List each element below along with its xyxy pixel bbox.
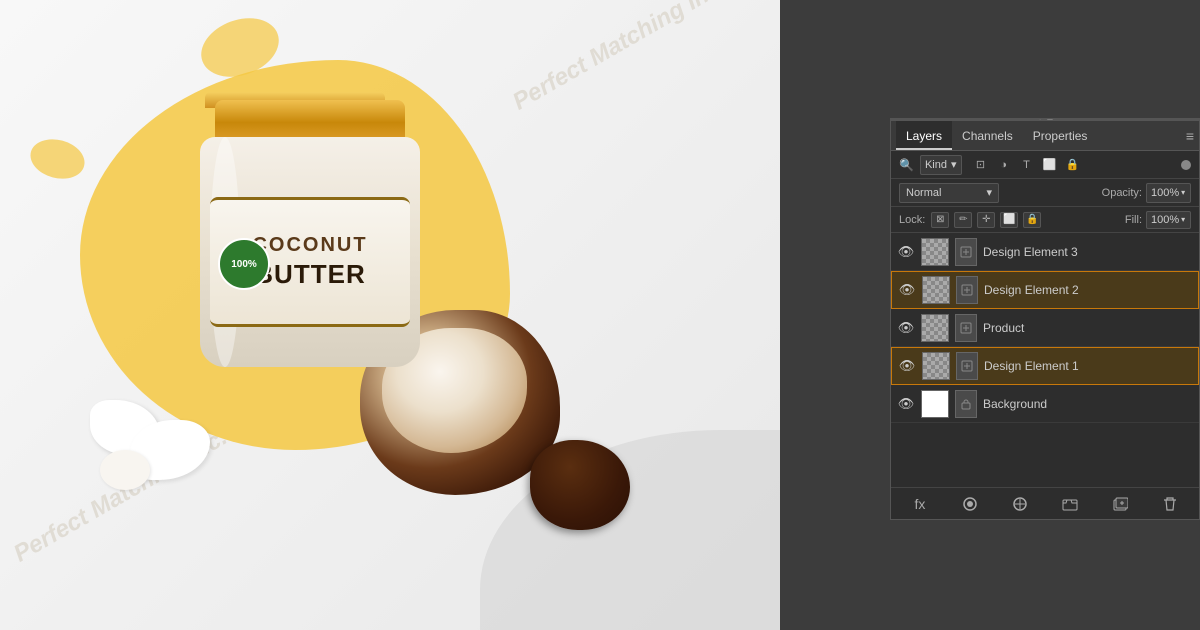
filter-smart-icon[interactable]: 🔒 bbox=[1064, 156, 1082, 174]
lock-paint-icon[interactable]: ✏ bbox=[954, 212, 972, 228]
layer-link-icon-design-element-2 bbox=[956, 276, 978, 304]
lock-label: Lock: bbox=[899, 214, 925, 226]
filter-row: 🔍 Kind ▾ ⊡ ◑ T ⬜ 🔒 bbox=[891, 151, 1199, 179]
blend-mode-row: Normal ▾ Opacity: 100% ▾ bbox=[891, 179, 1199, 207]
coconut-half-small bbox=[530, 440, 630, 530]
tab-properties[interactable]: Properties bbox=[1023, 121, 1098, 150]
opacity-control: Opacity: 100% ▾ bbox=[1102, 183, 1191, 203]
layer-name-design-element-3: Design Element 3 bbox=[983, 245, 1193, 259]
filter-pixel-icon[interactable]: ⊡ bbox=[972, 156, 990, 174]
label-100-badge: 100% bbox=[218, 238, 270, 290]
watermark-top: Perfect Matching Inc. bbox=[508, 0, 731, 116]
layer-link-icon-design-element-1 bbox=[956, 352, 978, 380]
tab-layers[interactable]: Layers bbox=[896, 121, 952, 150]
jar-body: 100% COCONUT BUTTER bbox=[200, 137, 420, 367]
layer-name-design-element-2: Design Element 2 bbox=[984, 283, 1192, 297]
filter-shape-icon[interactable]: ⬜ bbox=[1041, 156, 1059, 174]
filter-type-icons: ⊡ ◑ T ⬜ 🔒 bbox=[972, 156, 1082, 174]
panel-menu-icon[interactable]: ≡ bbox=[1186, 128, 1194, 144]
fill-label: Fill: bbox=[1125, 214, 1142, 226]
layer-row-design-element-3[interactable]: 👁 Design Element 3 bbox=[891, 233, 1199, 271]
layer-visibility-design-element-3[interactable]: 👁 bbox=[897, 243, 915, 261]
lock-all-icon[interactable]: 🔒 bbox=[1023, 212, 1041, 228]
layer-thumbnail-design-element-1 bbox=[922, 352, 950, 380]
layer-row-design-element-1[interactable]: 👁 Design Element 1 bbox=[891, 347, 1199, 385]
filter-adjustment-icon[interactable]: ◑ bbox=[995, 156, 1013, 174]
coconut-shavings bbox=[80, 390, 240, 510]
photoshop-panel: ▲▼ Layers Channels Properties ≡ 🔍 Kind ▾… bbox=[780, 0, 1200, 630]
fill-input[interactable]: 100% ▾ bbox=[1146, 211, 1191, 229]
tab-channels[interactable]: Channels bbox=[952, 121, 1023, 150]
layer-visibility-design-element-2[interactable]: 👁 bbox=[898, 281, 916, 299]
filter-toggle-dot[interactable] bbox=[1181, 160, 1191, 170]
create-layer-icon[interactable] bbox=[1109, 493, 1131, 515]
panel-tab-bar: Layers Channels Properties ≡ bbox=[891, 121, 1199, 151]
create-group-icon[interactable] bbox=[1059, 493, 1081, 515]
lock-artboard-icon[interactable]: ⬜ bbox=[1000, 212, 1018, 228]
lock-pixels-icon[interactable]: ⊠ bbox=[931, 212, 949, 228]
label-butter-text: BUTTER bbox=[254, 259, 365, 290]
opacity-input[interactable]: 100% ▾ bbox=[1146, 183, 1191, 203]
lock-icons: ⊠ ✏ ✛ ⬜ 🔒 bbox=[931, 212, 1041, 228]
product-jar: 100% COCONUT BUTTER bbox=[200, 100, 420, 380]
layer-lock-background bbox=[955, 390, 977, 418]
label-coconut-text: COCONUT bbox=[252, 234, 367, 257]
background-blob-small-2 bbox=[26, 134, 89, 185]
lock-row: Lock: ⊠ ✏ ✛ ⬜ 🔒 Fill: 100% ▾ bbox=[891, 207, 1199, 233]
layer-row-design-element-2[interactable]: 👁 Design Element 2 bbox=[891, 271, 1199, 309]
opacity-label: Opacity: bbox=[1102, 187, 1142, 199]
product-canvas: Perfect Matching Inc. Perfect Matching I… bbox=[0, 0, 780, 630]
layer-thumbnail-design-element-2 bbox=[922, 276, 950, 304]
layer-name-design-element-1: Design Element 1 bbox=[984, 359, 1192, 373]
layer-link-icon-design-element-3 bbox=[955, 238, 977, 266]
kind-dropdown[interactable]: Kind ▾ bbox=[920, 155, 962, 175]
layer-visibility-product[interactable]: 👁 bbox=[897, 319, 915, 337]
search-icon: 🔍 bbox=[899, 158, 914, 172]
layer-thumbnail-background bbox=[921, 390, 949, 418]
layer-visibility-background[interactable]: 👁 bbox=[897, 395, 915, 413]
layer-name-background: Background bbox=[983, 397, 1193, 411]
delete-layer-icon[interactable] bbox=[1159, 493, 1181, 515]
filter-type-icon[interactable]: T bbox=[1018, 156, 1036, 174]
jar-label: 100% COCONUT BUTTER bbox=[210, 197, 410, 327]
panel-bottom-toolbar: fx bbox=[891, 487, 1199, 519]
layer-thumbnail-design-element-3 bbox=[921, 238, 949, 266]
fill-control: Fill: 100% ▾ bbox=[1125, 211, 1191, 229]
lock-move-icon[interactable]: ✛ bbox=[977, 212, 995, 228]
layers-panel: Layers Channels Properties ≡ 🔍 Kind ▾ ⊡ … bbox=[890, 120, 1200, 520]
add-layer-style-icon[interactable]: fx bbox=[909, 493, 931, 515]
layer-row-background[interactable]: 👁 Background bbox=[891, 385, 1199, 423]
create-fill-icon[interactable] bbox=[1009, 493, 1031, 515]
blend-mode-dropdown[interactable]: Normal ▾ bbox=[899, 183, 999, 203]
layer-thumbnail-product bbox=[921, 314, 949, 342]
layer-name-product: Product bbox=[983, 321, 1193, 335]
add-mask-icon[interactable] bbox=[959, 493, 981, 515]
layer-link-icon-product bbox=[955, 314, 977, 342]
layer-row-product[interactable]: 👁 Product bbox=[891, 309, 1199, 347]
layer-visibility-design-element-1[interactable]: 👁 bbox=[898, 357, 916, 375]
